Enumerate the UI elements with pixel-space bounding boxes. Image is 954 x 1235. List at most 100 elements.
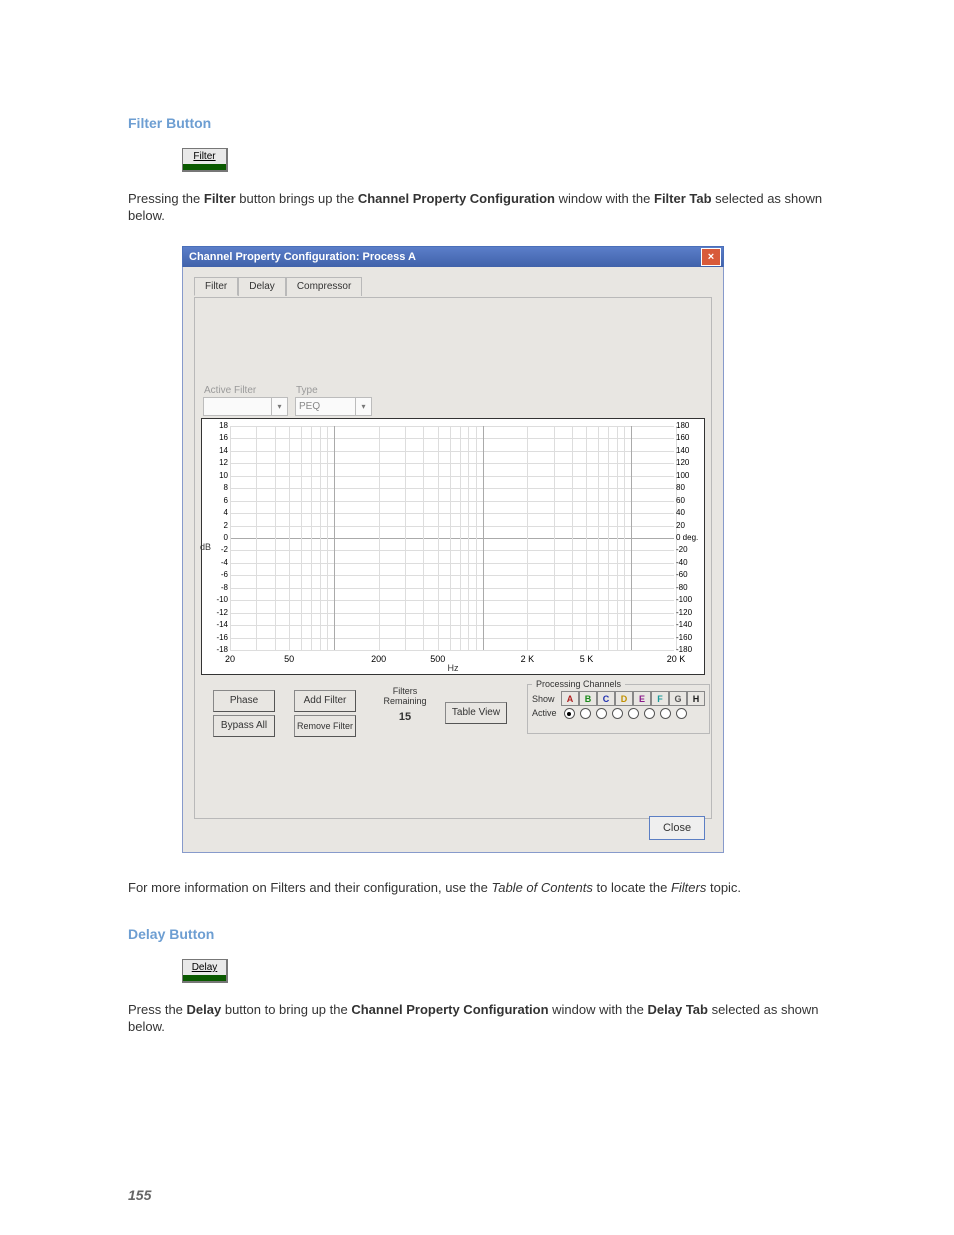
x-tick: 2 K <box>521 654 535 664</box>
active-filter-dropdown[interactable]: ▾ <box>203 397 288 416</box>
channel-radio-a[interactable] <box>561 707 577 720</box>
y2-tick: 120 <box>676 458 702 467</box>
y2-tick: 80 <box>676 483 702 492</box>
channel-radio-e[interactable] <box>625 707 641 720</box>
y-tick: 12 <box>204 458 228 467</box>
y2-tick: 0 deg. <box>676 533 702 542</box>
active-filter-label: Active Filter <box>204 385 256 396</box>
y-tick: 18 <box>204 421 228 430</box>
italic-text: Filters <box>671 880 706 895</box>
chevron-down-icon: ▾ <box>355 398 371 415</box>
x-tick: 5 K <box>580 654 594 664</box>
y-tick: -10 <box>204 595 228 604</box>
channel-letters: ABCDEFGH <box>561 691 705 706</box>
text: to locate the <box>593 880 671 895</box>
y2-tick: -100 <box>676 595 702 604</box>
processing-channels-group: Processing Channels Show ABCDEFGH Active <box>527 679 710 734</box>
text: window with the <box>555 191 654 206</box>
text: For more information on Filters and thei… <box>128 880 491 895</box>
y-tick: 10 <box>204 471 228 480</box>
phase-button[interactable]: Phase <box>213 690 275 712</box>
bypass-all-button[interactable]: Bypass All <box>213 715 275 737</box>
type-dropdown[interactable]: PEQ ▾ <box>295 397 372 416</box>
channel-property-window: Channel Property Configuration: Process … <box>182 246 724 853</box>
channel-radio-c[interactable] <box>593 707 609 720</box>
active-label: Active <box>532 708 558 718</box>
tab-delay[interactable]: Delay <box>238 277 286 296</box>
y2-tick: -80 <box>676 583 702 592</box>
x-tick: 200 <box>371 654 386 664</box>
text: button brings up the <box>236 191 358 206</box>
channel-letter-h[interactable]: H <box>687 691 705 706</box>
paragraph-filter-more-info: For more information on Filters and thei… <box>128 879 839 896</box>
x-axis-label: Hz <box>448 663 459 673</box>
mini-button-label: Filter <box>183 149 226 164</box>
tab-filter[interactable]: Filter <box>194 277 238 296</box>
x-tick: 20 K <box>667 654 686 664</box>
y2-tick: 60 <box>676 496 702 505</box>
window-titlebar: Channel Property Configuration: Process … <box>182 246 724 267</box>
x-tick: 50 <box>284 654 294 664</box>
y2-tick: 20 <box>676 521 702 530</box>
y-tick: 8 <box>204 483 228 492</box>
text: button to bring up the <box>221 1002 351 1017</box>
channel-letter-e[interactable]: E <box>633 691 651 706</box>
window-close-button[interactable]: × <box>701 248 721 266</box>
tab-compressor[interactable]: Compressor <box>286 277 362 296</box>
text: topic. <box>706 880 741 895</box>
bold-text: Filter <box>204 191 236 206</box>
section-heading-filter: Filter Button <box>128 115 839 131</box>
channel-letter-g[interactable]: G <box>669 691 687 706</box>
y2-tick: 140 <box>676 446 702 455</box>
table-view-button[interactable]: Table View <box>445 702 507 724</box>
text: Pressing the <box>128 191 204 206</box>
channel-radio-h[interactable] <box>673 707 689 720</box>
dropdown-value: PEQ <box>296 401 355 412</box>
channel-letter-a[interactable]: A <box>561 691 579 706</box>
channel-radio-d[interactable] <box>609 707 625 720</box>
y-tick: 14 <box>204 446 228 455</box>
bold-text: Delay <box>187 1002 222 1017</box>
close-icon: × <box>708 251 714 263</box>
y-tick: -6 <box>204 570 228 579</box>
filter-response-chart: dB Hz 1818016160141401212010100880660440… <box>201 418 705 675</box>
text: window with the <box>549 1002 648 1017</box>
tab-panel: Active Filter ▾ Type PEQ ▾ dB Hz <box>194 297 712 819</box>
bold-text: Channel Property Configuration <box>358 191 555 206</box>
tab-strip: Filter Delay Compressor <box>194 277 712 296</box>
delay-mini-button-screenshot: Delay <box>182 959 228 983</box>
section-heading-delay: Delay Button <box>128 926 839 942</box>
y2-tick: -120 <box>676 608 702 617</box>
channel-radio-g[interactable] <box>657 707 673 720</box>
channel-letter-b[interactable]: B <box>579 691 597 706</box>
y-tick: -14 <box>204 620 228 629</box>
channel-letter-d[interactable]: D <box>615 691 633 706</box>
channel-radio-f[interactable] <box>641 707 657 720</box>
y2-tick: -180 <box>676 645 702 654</box>
channel-letter-f[interactable]: F <box>651 691 669 706</box>
y-tick: -16 <box>204 633 228 642</box>
close-button[interactable]: Close <box>649 816 705 840</box>
y-tick: 2 <box>204 521 228 530</box>
y-tick: -12 <box>204 608 228 617</box>
y2-tick: 40 <box>676 508 702 517</box>
remove-filter-button[interactable]: Remove Filter <box>294 715 356 737</box>
channel-radios <box>561 707 689 720</box>
mini-button-label: Delay <box>183 960 226 975</box>
y2-tick: -20 <box>676 545 702 554</box>
y2-tick: -40 <box>676 558 702 567</box>
filter-mini-button-screenshot: Filter <box>182 148 228 172</box>
channel-radio-b[interactable] <box>577 707 593 720</box>
bold-text: Delay Tab <box>648 1002 708 1017</box>
channel-letter-c[interactable]: C <box>597 691 615 706</box>
page-number: 155 <box>128 1187 151 1203</box>
y2-tick: -140 <box>676 620 702 629</box>
bold-text: Channel Property Configuration <box>351 1002 548 1017</box>
italic-text: Table of Contents <box>491 880 592 895</box>
y2-tick: -160 <box>676 633 702 642</box>
add-filter-button[interactable]: Add Filter <box>294 690 356 712</box>
y2-tick: -60 <box>676 570 702 579</box>
chart-grid <box>230 426 674 650</box>
y-tick: 6 <box>204 496 228 505</box>
y-tick: -8 <box>204 583 228 592</box>
